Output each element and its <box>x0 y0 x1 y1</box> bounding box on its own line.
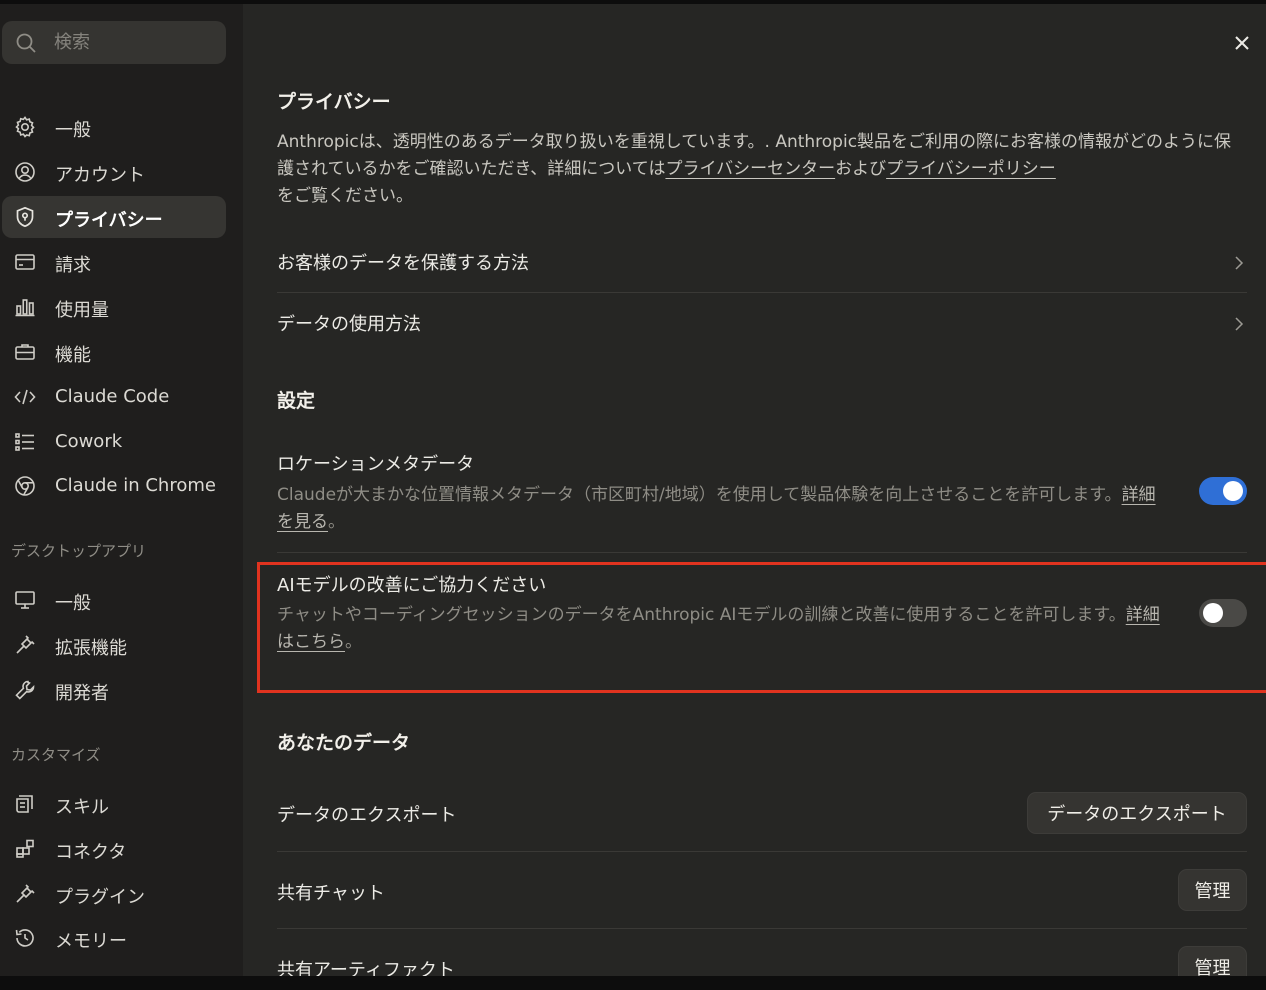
sidebar-item-claude-code[interactable]: Claude Code <box>2 376 226 418</box>
search-icon <box>16 33 36 53</box>
location-metadata-description: Claudeが大まかな位置情報メタデータ（市区町村/地域）を使用して製品体験を向… <box>277 482 1167 536</box>
section-heading-customize: カスタマイズ <box>11 746 101 764</box>
chevron-right-icon <box>1235 256 1244 270</box>
sidebar-item-label: 開発者 <box>55 683 109 704</box>
sidebar-item-account[interactable]: アカウント <box>2 151 226 193</box>
shared-artifacts-label: 共有アーティファクト <box>277 960 455 976</box>
sidebar-item-label: アカウント <box>55 165 145 186</box>
divider <box>277 292 1247 293</box>
sidebar-item-label: 使用量 <box>55 300 109 321</box>
sidebar-item-label: Claude Code <box>55 386 170 407</box>
sidebar-item-label: 機能 <box>55 345 91 366</box>
privacy-intro: Anthropicは、透明性のあるデータ取り扱いを重視しています。. Anthr… <box>277 129 1243 210</box>
sidebar-item-label: プラグイン <box>55 887 145 908</box>
sidebar-item-label: 拡張機能 <box>55 638 127 659</box>
close-icon <box>1235 36 1249 50</box>
sidebar-item-desktop-general[interactable]: 一般 <box>2 579 226 621</box>
privacy-heading: プライバシー <box>277 91 391 113</box>
bar-chart-icon <box>13 295 37 319</box>
settings-window: 一般 アカウント プライバシー 請求 使用量 <box>0 4 1266 976</box>
sidebar-item-privacy[interactable]: プライバシー <box>2 196 226 238</box>
privacy-intro-text: をご覧ください。 <box>277 186 413 206</box>
row-label: データの使用方法 <box>277 314 421 335</box>
toggle-knob <box>1223 481 1243 501</box>
model-improvement-toggle[interactable] <box>1199 599 1247 627</box>
setting-desc-text: 。 <box>345 632 362 652</box>
sidebar-item-label: メモリー <box>55 931 127 952</box>
sidebar-item-skills[interactable]: スキル <box>2 783 226 825</box>
setting-desc-text: 。 <box>328 512 345 532</box>
sidebar-item-label: 一般 <box>55 120 91 141</box>
sidebar-item-claude-in-chrome[interactable]: Claude in Chrome <box>2 465 226 507</box>
settings-content: プライバシー Anthropicは、透明性のあるデータ取り扱いを重視しています。… <box>243 4 1266 976</box>
monitor-icon <box>13 588 37 612</box>
toggle-knob <box>1203 603 1223 623</box>
section-heading-desktop: デスクトップアプリ <box>11 542 147 560</box>
sidebar-item-cowork[interactable]: Cowork <box>2 421 226 463</box>
sidebar-item-extensions[interactable]: 拡張機能 <box>2 624 226 666</box>
protect-data-row[interactable]: お客様のデータを保護する方法 <box>277 249 1247 279</box>
credit-card-icon <box>13 250 37 274</box>
manage-shared-chats-button[interactable]: 管理 <box>1178 869 1247 911</box>
location-metadata-title: ロケーションメタデータ <box>277 454 475 475</box>
your-data-heading: あなたのデータ <box>277 732 411 754</box>
briefcase-icon <box>13 340 37 364</box>
sidebar-item-label: Cowork <box>55 431 123 452</box>
divider <box>277 552 1247 553</box>
wrench-icon <box>13 678 37 702</box>
model-improvement-description: チャットやコーディングセッションのデータをAnthropic AIモデルの訓練と… <box>277 602 1167 656</box>
close-button[interactable] <box>1231 32 1253 54</box>
privacy-policy-link[interactable]: プライバシーポリシー <box>886 159 1056 179</box>
list-icon <box>13 430 37 454</box>
shield-icon <box>13 205 37 229</box>
plug-icon <box>13 882 37 906</box>
scroll-icon <box>13 792 37 816</box>
sidebar-item-usage[interactable]: 使用量 <box>2 286 226 328</box>
sidebar-item-connectors[interactable]: コネクタ <box>2 828 226 870</box>
sidebar-item-billing[interactable]: 請求 <box>2 241 226 283</box>
divider <box>277 928 1247 929</box>
privacy-center-link[interactable]: プライバシーセンター <box>665 159 835 179</box>
divider <box>277 851 1247 852</box>
location-metadata-toggle[interactable] <box>1199 477 1247 505</box>
sidebar-item-features[interactable]: 機能 <box>2 331 226 373</box>
sidebar-item-plugins[interactable]: プラグイン <box>2 873 226 915</box>
row-label: お客様のデータを保護する方法 <box>277 253 529 274</box>
user-circle-icon <box>13 160 37 184</box>
manage-shared-artifacts-button[interactable]: 管理 <box>1178 946 1247 976</box>
sidebar-item-label: プライバシー <box>55 210 163 231</box>
sidebar-item-label: 一般 <box>55 593 91 614</box>
privacy-intro-text: および <box>835 159 887 179</box>
model-improvement-title: AIモデルの改善にご協力ください <box>277 575 547 596</box>
setting-desc-text: チャットやコーディングセッションのデータをAnthropic AIモデルの訓練と… <box>277 605 1126 625</box>
sidebar-item-label: 請求 <box>55 255 91 276</box>
sidebar-item-label: コネクタ <box>55 842 127 863</box>
chevron-right-icon <box>1235 317 1244 331</box>
search-input[interactable] <box>54 32 204 53</box>
sidebar: 一般 アカウント プライバシー 請求 使用量 <box>0 4 243 976</box>
search-box[interactable] <box>2 21 226 64</box>
data-export-button[interactable]: データのエクスポート <box>1027 792 1247 834</box>
sidebar-item-label: スキル <box>55 797 109 818</box>
data-export-label: データのエクスポート <box>277 805 457 826</box>
sidebar-item-label: Claude in Chrome <box>55 475 216 496</box>
code-icon <box>13 385 37 409</box>
settings-heading: 設定 <box>277 390 316 412</box>
sidebar-item-memory[interactable]: メモリー <box>2 917 226 959</box>
sidebar-item-developer[interactable]: 開発者 <box>2 669 226 711</box>
data-usage-row[interactable]: データの使用方法 <box>277 310 1247 340</box>
gear-icon <box>13 115 37 139</box>
globe-icon <box>13 474 37 498</box>
sidebar-item-general[interactable]: 一般 <box>2 106 226 148</box>
plug-icon <box>13 633 37 657</box>
blocks-icon <box>13 837 37 861</box>
shared-chats-label: 共有チャット <box>277 883 385 904</box>
setting-desc-text: Claudeが大まかな位置情報メタデータ（市区町村/地域）を使用して製品体験を向… <box>277 485 1122 505</box>
history-icon <box>13 926 37 950</box>
